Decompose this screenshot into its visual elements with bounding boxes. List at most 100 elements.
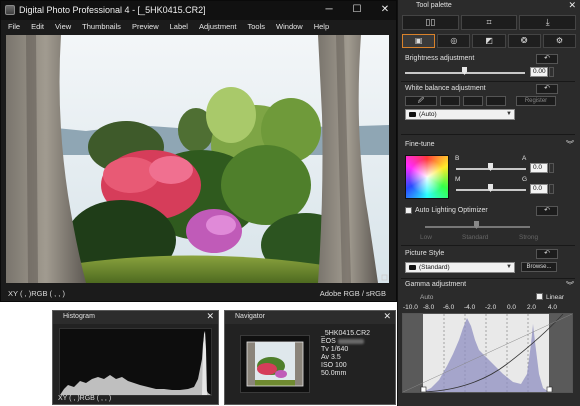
histogram-readout: XY ( , )RGB ( , , )	[58, 395, 112, 402]
menu-thumbnails[interactable]: Thumbnails	[82, 20, 121, 34]
menu-label[interactable]: Label	[170, 20, 188, 34]
app-icon	[5, 5, 15, 15]
title-bar: Digital Photo Professional 4 - [_5HK0415…	[1, 1, 396, 20]
wb-mode-dropdown[interactable]: (Auto) ▼	[405, 109, 515, 120]
tool-palette-title: Tool palette	[416, 2, 452, 9]
gamma-graph	[402, 313, 573, 393]
gamma-scale-tick: 4.0	[548, 304, 558, 311]
menu-window[interactable]: Window	[276, 20, 303, 34]
chevron-down-icon: ▼	[506, 264, 512, 270]
fine-tune-a-spinner[interactable]	[549, 163, 554, 173]
fine-tune-g-value[interactable]: 0.0	[530, 184, 548, 194]
redacted-model	[337, 338, 364, 344]
divider	[401, 245, 575, 246]
histogram-graph	[60, 331, 211, 395]
fine-tune-g-spinner[interactable]	[549, 184, 554, 194]
main-window: Digital Photo Professional 4 - [_5HK0415…	[0, 0, 397, 302]
divider	[401, 134, 575, 135]
histogram-plot	[59, 328, 212, 396]
info-shutter: Tv 1/640	[321, 346, 349, 353]
wb-custom1-button[interactable]	[440, 96, 460, 106]
alo-checkbox[interactable]	[405, 207, 412, 214]
fine-tune-g-label: G	[522, 176, 528, 183]
divider	[401, 81, 575, 82]
alo-standard-label: Standard	[462, 234, 489, 241]
navigator-thumbnail[interactable]	[240, 335, 310, 393]
navigator-close-button[interactable]: ✕	[383, 311, 391, 322]
gamma-linear-label: Linear	[546, 294, 565, 301]
white-balance-reset-button[interactable]: ↶	[536, 84, 558, 94]
gamma-scale-tick: -2.0	[485, 304, 497, 311]
info-camera: EOS	[321, 338, 370, 346]
info-camera-prefix: EOS	[321, 338, 336, 345]
settings-tab-icon[interactable]: ⚙	[542, 34, 577, 48]
brightness-spinner[interactable]	[549, 67, 554, 77]
gamma-linear-checkbox[interactable]	[536, 293, 543, 300]
camera-icon	[409, 264, 416, 270]
color-space-label: Adobe RGB / sRGB	[319, 289, 386, 298]
gamma-collapse-icon[interactable]: ︾	[566, 280, 574, 291]
menu-adjustment[interactable]: Adjustment	[199, 20, 237, 34]
info-filename: _5HK0415.CR2	[321, 330, 371, 337]
tool-subtabs: ▣ ◎ ◩ ❂ ⚙	[402, 34, 577, 49]
menu-tools[interactable]: Tools	[248, 20, 266, 34]
wb-custom2-button[interactable]	[463, 96, 483, 106]
brightness-label: Brightness adjustment	[405, 55, 475, 62]
wb-mode-value: (Auto)	[419, 111, 437, 118]
menu-preview[interactable]: Preview	[132, 20, 159, 34]
info-focal-length: 50.0mm	[321, 370, 347, 377]
color-tab-icon[interactable]: ❂	[507, 34, 541, 48]
tool-palette-title-bar[interactable]: Tool palette ✕	[398, 0, 580, 12]
fine-tune-collapse-icon[interactable]: ︾	[566, 139, 574, 150]
gamma-scale-tick: -10.0	[403, 304, 418, 311]
compare-tab-icon[interactable]: ▯▯	[402, 15, 459, 30]
close-button[interactable]: ✕	[378, 3, 392, 16]
navigator-title-bar[interactable]: Navigator ✕	[225, 311, 395, 324]
alo-strong-label: Strong	[519, 234, 539, 241]
menu-file[interactable]: File	[8, 20, 20, 34]
gamma-scale-tick: -8.0	[423, 304, 435, 311]
output-tab-icon[interactable]: ⤓	[519, 15, 577, 30]
eyedropper-button[interactable]: 🖉	[405, 96, 437, 106]
picture-style-reset-button[interactable]: ↶	[536, 249, 558, 259]
crop-tab-icon[interactable]: ⌗	[460, 15, 518, 30]
histogram-title-bar[interactable]: Histogram ✕	[53, 311, 218, 324]
divider	[401, 278, 575, 279]
brightness-reset-button[interactable]: ↶	[536, 54, 558, 64]
maximize-button[interactable]: ☐	[350, 3, 364, 16]
menu-view[interactable]: View	[55, 20, 71, 34]
camera-icon	[409, 111, 416, 117]
picture-style-value: (Standard)	[419, 264, 450, 271]
gamma-curve-plot[interactable]	[402, 313, 573, 393]
histogram-close-button[interactable]: ✕	[206, 311, 214, 322]
menu-edit[interactable]: Edit	[31, 20, 44, 34]
gamma-scale-tick: 0.0	[507, 304, 517, 311]
thumbnail-image	[246, 341, 304, 387]
menu-help[interactable]: Help	[314, 20, 329, 34]
histogram-window: Histogram ✕ XY ( , )RGB ( , , )	[52, 310, 219, 405]
lens-tab-icon[interactable]: ◎	[437, 34, 471, 48]
tool-palette-close-button[interactable]: ✕	[568, 0, 576, 11]
basic-adjust-tab-icon[interactable]: ▣	[402, 34, 436, 48]
wb-register-button[interactable]: Register	[516, 96, 556, 106]
wb-custom3-button[interactable]	[486, 96, 506, 106]
window-title: Digital Photo Professional 4 - [_5HK0415…	[19, 5, 206, 15]
navigator-window: Navigator ✕ _5HK0415.CR2 EOS Tv 1/640 Av…	[224, 310, 396, 405]
gamma-label: Gamma adjustment	[405, 281, 467, 288]
fine-tune-a-value[interactable]: 0.0	[530, 163, 548, 173]
image-preview[interactable]	[6, 35, 389, 283]
white-balance-label: White balance adjustment	[405, 85, 486, 92]
minimize-button[interactable]: ─	[322, 3, 336, 16]
tone-curve-tab-icon[interactable]: ◩	[472, 34, 506, 48]
alo-reset-button[interactable]: ↶	[536, 206, 558, 216]
fine-tune-color-grid[interactable]	[405, 155, 449, 199]
alo-low-label: Low	[420, 234, 432, 241]
brightness-value[interactable]: 0.00	[530, 67, 548, 77]
gamma-scale-tick: 2.0	[527, 304, 537, 311]
gamma-auto-button[interactable]: Auto	[420, 294, 433, 301]
picture-style-label: Picture Style	[405, 250, 445, 257]
gamma-scale-tick: -6.0	[443, 304, 455, 311]
picture-style-browse-button[interactable]: Browse...	[521, 262, 557, 272]
picture-style-dropdown[interactable]: (Standard) ▼	[405, 262, 515, 273]
photo-garden	[6, 35, 389, 283]
